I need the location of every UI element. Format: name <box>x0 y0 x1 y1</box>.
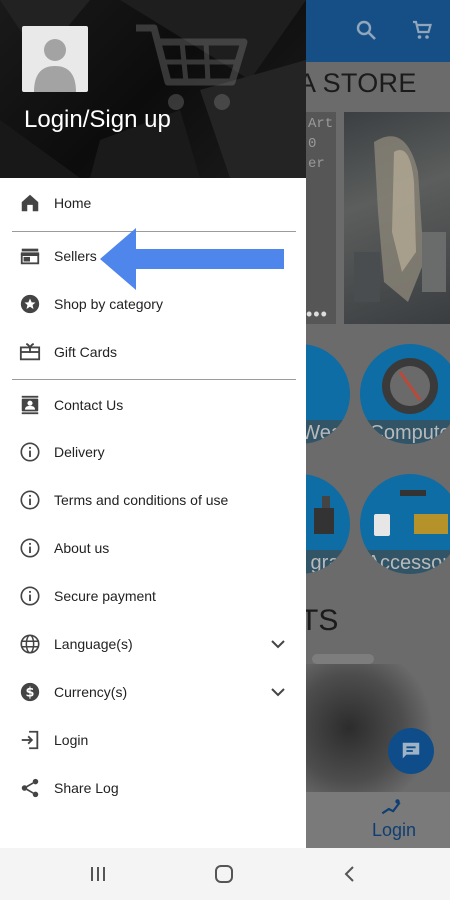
category-label: Compute <box>360 420 450 444</box>
dollar-icon: $ <box>18 680 42 704</box>
info-icon <box>18 440 42 464</box>
product-image[interactable] <box>306 664 450 792</box>
menu-item-currency[interactable]: $ Currency(s) <box>0 668 306 716</box>
navigation-drawer: Login/Sign up Home Sellers Shop by categ… <box>0 0 306 848</box>
home-button-icon[interactable] <box>212 862 236 886</box>
star-badge-icon <box>18 292 42 316</box>
chevron-down-icon[interactable] <box>266 680 290 704</box>
menu-item-delivery[interactable]: Delivery <box>0 428 306 476</box>
annotation-arrow <box>100 228 284 290</box>
gift-card-icon <box>18 340 42 364</box>
bottom-nav-login[interactable]: Login <box>338 820 450 841</box>
menu-item-label: Share Log <box>54 780 119 796</box>
svg-text:$: $ <box>26 686 35 701</box>
back-icon[interactable] <box>338 862 362 886</box>
globe-icon <box>18 632 42 656</box>
menu-item-secure-payment[interactable]: Secure payment <box>0 572 306 620</box>
store-icon <box>18 244 42 268</box>
store-title: A STORE <box>298 68 417 98</box>
login-icon <box>18 728 42 752</box>
drawer-header: Login/Sign up <box>0 0 306 178</box>
info-icon <box>18 488 42 512</box>
info-icon <box>18 584 42 608</box>
login-signup-title[interactable]: Login/Sign up <box>24 106 171 134</box>
category-label: Accessori <box>360 550 450 574</box>
divider <box>12 379 296 380</box>
chevron-down-icon[interactable] <box>266 632 290 656</box>
menu-item-label: Sellers <box>54 248 97 264</box>
menu-item-contact-us[interactable]: Contact Us <box>0 381 306 429</box>
menu-item-label: Shop by category <box>54 296 163 312</box>
menu-item-label: Terms and conditions of use <box>54 492 229 508</box>
menu-item-label: Language(s) <box>54 636 133 652</box>
banner-text: er <box>308 156 325 172</box>
menu-item-label: Currency(s) <box>54 684 128 700</box>
system-navigation-bar <box>0 848 450 900</box>
category-tile[interactable]: Compute <box>360 344 450 444</box>
category-tile[interactable]: Accessori <box>360 474 450 574</box>
avatar[interactable] <box>22 26 88 92</box>
menu-item-label: About us <box>54 540 110 556</box>
menu-item-home[interactable]: Home <box>0 179 306 227</box>
banner-text: Art <box>308 116 334 132</box>
menu-item-language[interactable]: Language(s) <box>0 620 306 668</box>
app-top-bar <box>306 0 450 62</box>
menu-item-label: Home <box>54 195 92 211</box>
menu-item-share-log[interactable]: Share Log <box>0 764 306 812</box>
share-icon <box>18 776 42 800</box>
banner-left[interactable]: Art 0 er <box>306 112 336 324</box>
banner-text: 0 <box>308 136 317 152</box>
menu-item-gift-cards[interactable]: Gift Cards <box>0 328 306 376</box>
banner-image[interactable] <box>344 112 450 324</box>
bottom-nav: Login <box>306 792 450 848</box>
home-icon <box>18 191 42 215</box>
menu-item-label: Delivery <box>54 444 105 460</box>
section-underline <box>312 654 374 664</box>
menu-item-label: Gift Cards <box>54 344 118 360</box>
menu-item-about-us[interactable]: About us <box>0 524 306 572</box>
menu-item-login[interactable]: Login <box>0 716 306 764</box>
cart-watermark-icon <box>136 24 248 110</box>
chat-icon <box>402 742 420 759</box>
diver-login-icon[interactable] <box>378 796 404 822</box>
chat-button[interactable] <box>388 728 434 774</box>
recent-apps-icon[interactable] <box>86 862 110 886</box>
menu-item-label: Secure payment <box>54 588 156 604</box>
menu-item-label: Login <box>54 732 89 748</box>
menu-item-label: Contact Us <box>54 397 124 413</box>
contact-icon <box>18 393 42 417</box>
menu-item-terms[interactable]: Terms and conditions of use <box>0 476 306 524</box>
carousel-dots: ••• <box>306 304 328 324</box>
search-icon[interactable] <box>354 18 378 42</box>
diver-image <box>354 136 446 302</box>
info-icon <box>18 536 42 560</box>
cart-icon[interactable] <box>410 18 434 42</box>
user-icon <box>34 39 76 92</box>
